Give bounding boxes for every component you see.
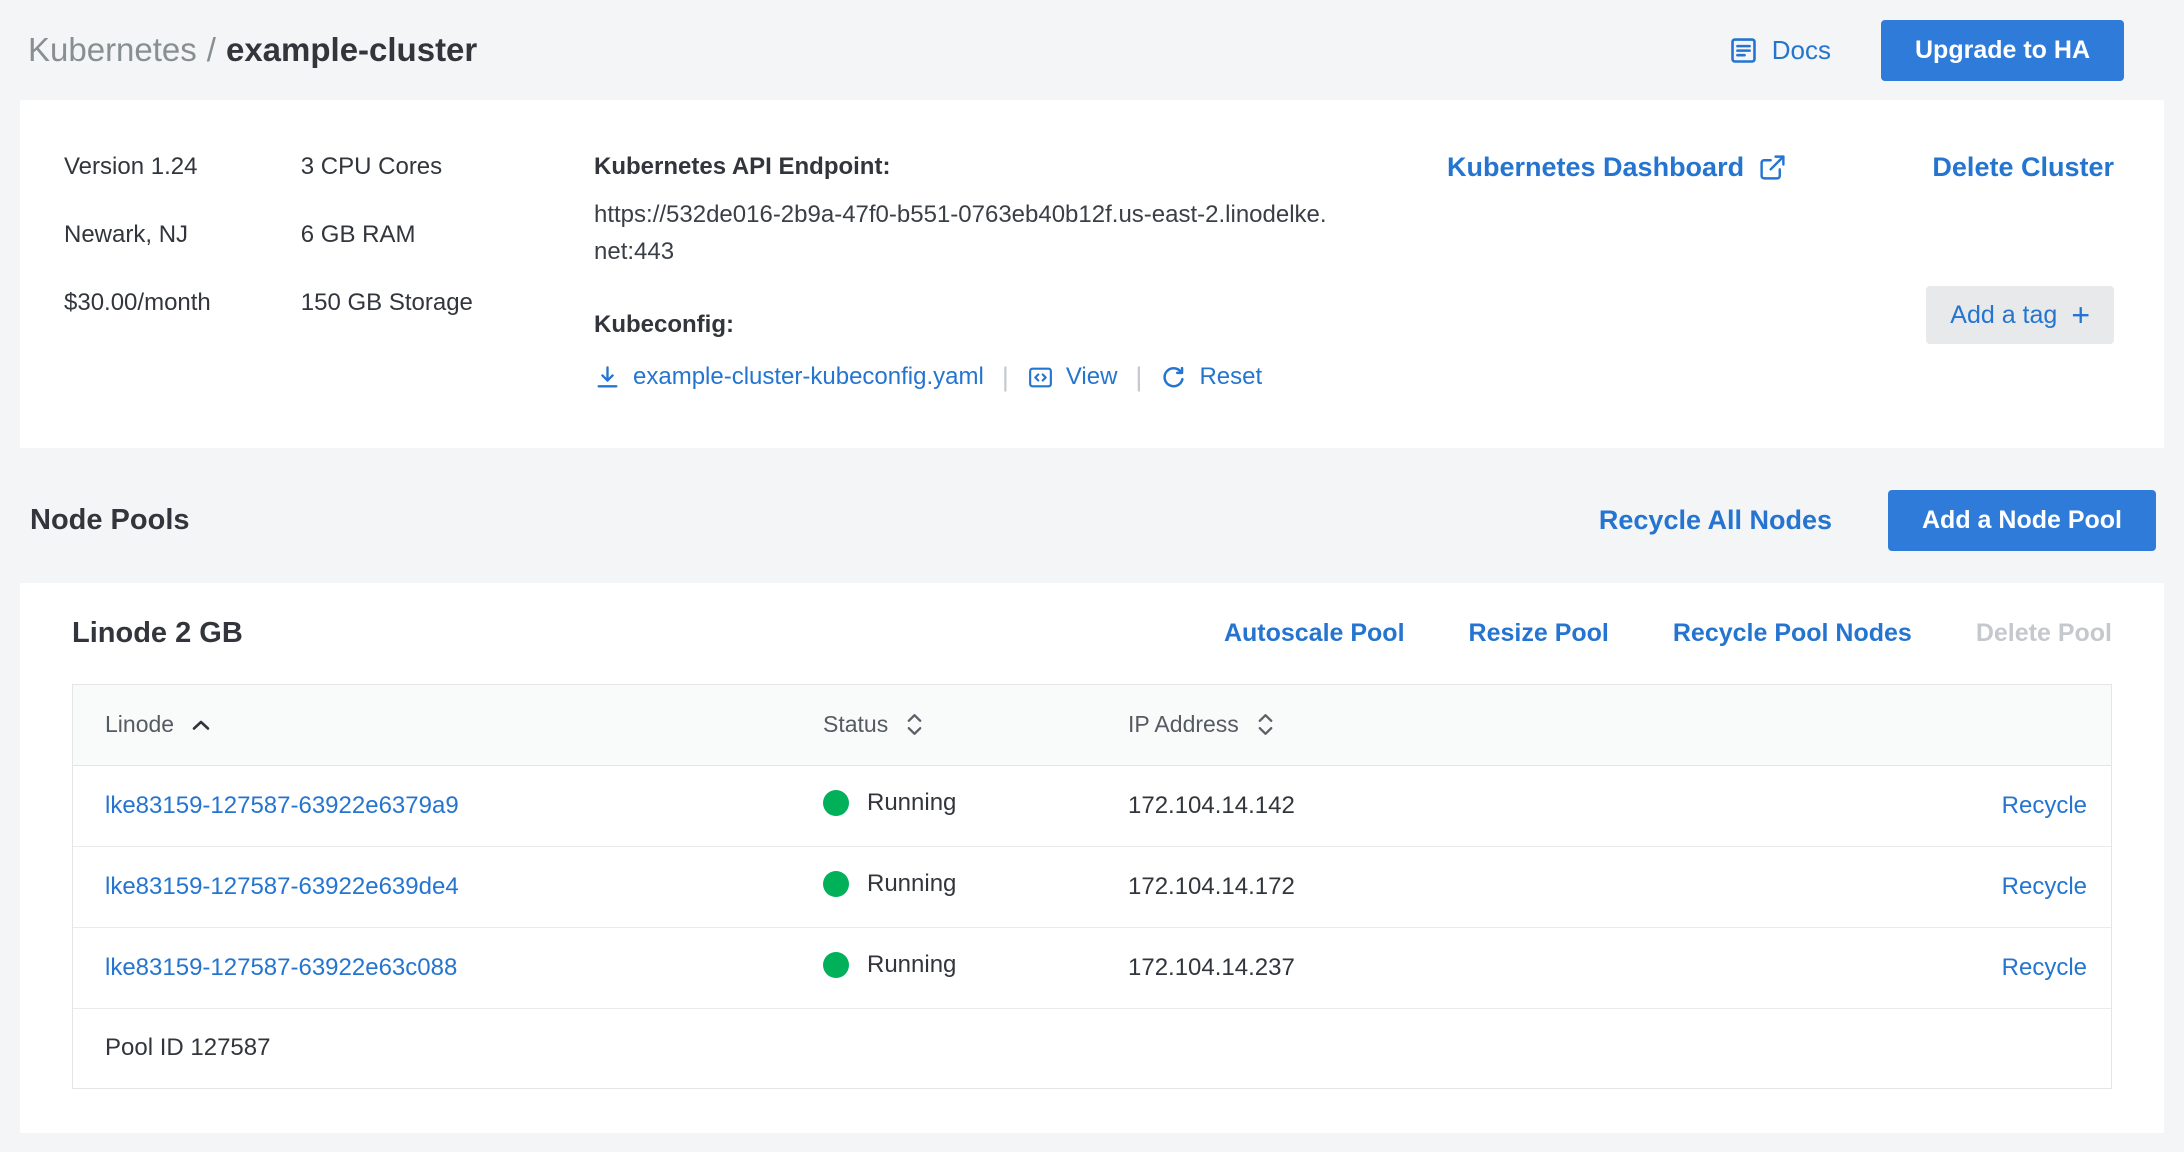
status-cell: Running (823, 951, 956, 979)
pool-card-header: Linode 2 GB Autoscale Pool Resize Pool R… (72, 617, 2112, 650)
summary-right-actions: Kubernetes Dashboard Delete Cluster Add … (1339, 148, 2114, 400)
docs-link-label: Docs (1771, 34, 1831, 65)
kubeconfig-reset-link[interactable]: Reset (1160, 363, 1262, 391)
node-pools-title: Node Pools (30, 504, 190, 536)
resize-pool-link[interactable]: Resize Pool (1469, 619, 1609, 648)
delete-cluster-link[interactable]: Delete Cluster (1932, 148, 2114, 186)
delete-pool-link: Delete Pool (1975, 619, 2112, 647)
recycle-node-link[interactable]: Recycle (2002, 954, 2087, 981)
node-pool-card: Linode 2 GB Autoscale Pool Resize Pool R… (20, 583, 2164, 1133)
breadcrumb: Kubernetes / example-cluster (28, 31, 477, 69)
kubeconfig-label: Kubeconfig: (594, 311, 734, 338)
recycle-all-nodes-link[interactable]: Recycle All Nodes (1599, 505, 1832, 536)
view-link-label: View (1065, 363, 1118, 390)
separator: | (1135, 361, 1143, 392)
docs-icon (1728, 35, 1759, 66)
ip-address: 172.104.14.237 (1096, 927, 1596, 1009)
status-running-icon (823, 951, 849, 978)
column-header-status-label: Status (823, 711, 889, 738)
kubeconfig-filename: example-cluster-kubeconfig.yaml (633, 363, 984, 390)
node-pools-actions: Recycle All Nodes Add a Node Pool (1599, 490, 2156, 551)
cluster-summary-card: Version 1.24 Newark, NJ $30.00/month 3 C… (20, 100, 2164, 448)
kubernetes-dashboard-label: Kubernetes Dashboard (1447, 152, 1745, 182)
kubeconfig-actions: example-cluster-kubeconfig.yaml | View | (594, 358, 1339, 396)
column-header-ip-address[interactable]: IP Address (1096, 685, 1596, 766)
status-cell: Running (823, 789, 956, 817)
reset-icon (1160, 364, 1187, 391)
docs-link[interactable]: Docs (1728, 35, 1831, 66)
node-link[interactable]: lke83159-127587-63922e639de4 (105, 873, 459, 900)
upgrade-to-ha-button[interactable]: Upgrade to HA (1881, 19, 2124, 81)
separator: | (1001, 361, 1009, 392)
recycle-node-link[interactable]: Recycle (2002, 873, 2087, 900)
autoscale-pool-link[interactable]: Autoscale Pool (1224, 619, 1405, 648)
column-header-actions (1596, 685, 2111, 766)
table-row: lke83159-127587-63922e63c088 Running 172… (73, 927, 2111, 1009)
reset-link-label: Reset (1199, 363, 1263, 390)
add-node-pool-button[interactable]: Add a Node Pool (1888, 490, 2156, 551)
status-running-icon (823, 870, 849, 897)
kubernetes-dashboard-link[interactable]: Kubernetes Dashboard (1447, 148, 1787, 186)
breadcrumb-section-kubernetes[interactable]: Kubernetes (28, 31, 197, 69)
spec-region: Newark, NJ (64, 221, 189, 248)
breadcrumb-current-cluster: example-cluster (225, 31, 478, 68)
cluster-links-row: Kubernetes Dashboard Delete Cluster (1447, 148, 2114, 186)
cluster-specs: Version 1.24 Newark, NJ $30.00/month 3 C… (64, 148, 594, 400)
column-header-linode-label: Linode (105, 711, 175, 738)
specs-column-left: Version 1.24 Newark, NJ $30.00/month (64, 148, 211, 400)
code-view-icon (1027, 364, 1054, 391)
status-text: Running (867, 788, 957, 816)
kubeconfig-download-link[interactable]: example-cluster-kubeconfig.yaml (594, 363, 984, 391)
spec-ram: 6 GB RAM (300, 221, 416, 248)
breadcrumb-separator: / (206, 31, 216, 68)
table-row: lke83159-127587-63922e6379a9 Running 172… (73, 765, 2111, 847)
sort-ascending-icon (190, 718, 212, 732)
column-header-linode[interactable]: Linode (73, 685, 791, 766)
recycle-node-link[interactable]: Recycle (2002, 792, 2087, 819)
pool-id-footer: Pool ID 127587 (105, 1034, 271, 1062)
add-tag-button[interactable]: Add a tag + (1926, 286, 2114, 344)
nodes-table-wrap: Linode Status IP Address lke83159-127587… (72, 684, 2112, 1089)
node-link[interactable]: lke83159-127587-63922e6379a9 (105, 792, 459, 819)
status-cell: Running (823, 870, 956, 898)
spec-cpu: 3 CPU Cores (300, 153, 443, 180)
add-tag-label: Add a tag (1950, 300, 2058, 329)
api-endpoint-block: Kubernetes API Endpoint: https://532de01… (594, 148, 1339, 400)
pool-name: Linode 2 GB (72, 617, 243, 649)
kubernetes-cluster-page: Kubernetes / example-cluster Docs Upgrad… (0, 0, 2184, 1152)
column-header-status[interactable]: Status (791, 685, 1096, 766)
ip-address: 172.104.14.172 (1096, 846, 1596, 928)
external-link-icon (1758, 153, 1787, 182)
ip-address: 172.104.14.142 (1096, 765, 1596, 847)
sort-both-icon (1255, 711, 1276, 738)
recycle-pool-nodes-link[interactable]: Recycle Pool Nodes (1673, 619, 1912, 648)
status-running-icon (823, 789, 849, 816)
specs-column-right: 3 CPU Cores 6 GB RAM 150 GB Storage (301, 148, 473, 400)
pool-actions: Autoscale Pool Resize Pool Recycle Pool … (1224, 619, 2112, 648)
column-header-ip-label: IP Address (1128, 711, 1239, 738)
topbar-actions: Docs Upgrade to HA (1728, 19, 2124, 81)
api-endpoint-label: Kubernetes API Endpoint: (594, 153, 891, 180)
table-footer-row: Pool ID 127587 (73, 1008, 2111, 1088)
kubeconfig-view-link[interactable]: View (1027, 363, 1118, 391)
topbar: Kubernetes / example-cluster Docs Upgrad… (20, 0, 2164, 100)
plus-icon: + (2071, 297, 2090, 333)
status-text: Running (867, 950, 957, 978)
sort-both-icon (904, 711, 925, 738)
spec-version: Version 1.24 (64, 153, 198, 180)
spec-storage: 150 GB Storage (300, 289, 473, 316)
node-pools-header: Node Pools Recycle All Nodes Add a Node … (20, 490, 2164, 551)
node-link[interactable]: lke83159-127587-63922e63c088 (105, 954, 457, 981)
status-text: Running (867, 869, 957, 897)
download-icon (594, 364, 621, 391)
api-endpoint-url: https://532de016-2b9a-47f0-b551-0763eb40… (594, 201, 1327, 265)
nodes-table: Linode Status IP Address lke83159-127587… (73, 685, 2111, 1088)
table-header-row: Linode Status IP Address (73, 685, 2111, 766)
spec-price: $30.00/month (64, 289, 211, 316)
table-row: lke83159-127587-63922e639de4 Running 172… (73, 846, 2111, 928)
